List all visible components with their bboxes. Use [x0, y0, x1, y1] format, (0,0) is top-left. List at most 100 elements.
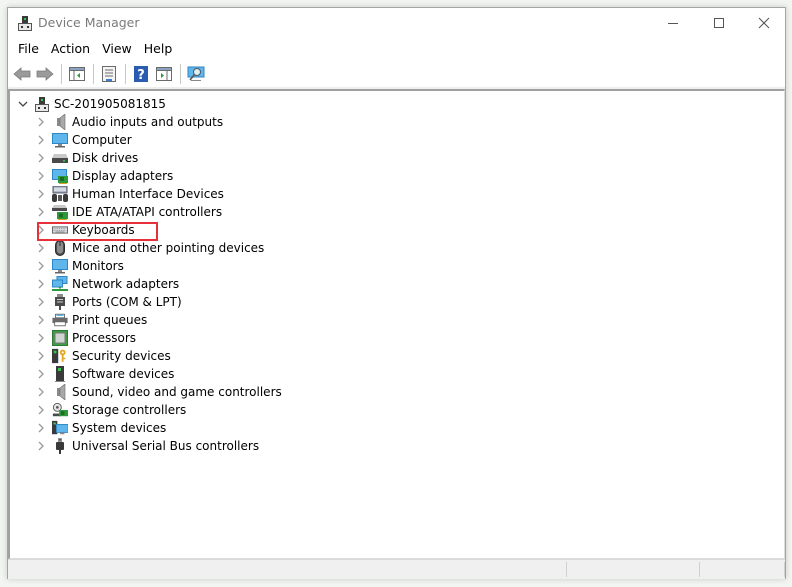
- computer-tower-icon: [34, 96, 50, 112]
- tree-item-computer[interactable]: Computer: [34, 131, 132, 149]
- tree-item-label: Mice and other pointing devices: [72, 241, 265, 255]
- tree-item-ports-com-lpt[interactable]: Ports (COM & LPT): [34, 293, 182, 311]
- printer-icon: [52, 312, 68, 328]
- back-button[interactable]: [11, 63, 33, 85]
- maximize-icon: [713, 18, 724, 28]
- computer-name: SC-201905081815: [54, 97, 166, 111]
- minimize-button[interactable]: [650, 8, 695, 38]
- chevron-right-icon[interactable]: [34, 185, 48, 203]
- tree-item-sound-video-and-game-controllers[interactable]: Sound, video and game controllers: [34, 383, 282, 401]
- storage-controller-icon: [52, 402, 68, 418]
- device-manager-window: Device Manager File Action View Help ? S…: [7, 7, 786, 579]
- network-adapter-icon: [52, 276, 68, 292]
- tree-item-label: IDE ATA/ATAPI controllers: [72, 205, 223, 219]
- help-button[interactable]: ?: [130, 63, 152, 85]
- maximize-button[interactable]: [696, 8, 741, 38]
- scan-hardware-changes-button[interactable]: [185, 63, 207, 85]
- chevron-right-icon[interactable]: [34, 419, 48, 437]
- tree-item-disk-drives[interactable]: Disk drives: [34, 149, 138, 167]
- menu-help[interactable]: Help: [138, 39, 179, 59]
- tree-item-network-adapters[interactable]: Network adapters: [34, 275, 179, 293]
- tree-item-label: Software devices: [72, 367, 175, 381]
- chevron-right-icon[interactable]: [34, 293, 48, 311]
- close-button[interactable]: [741, 8, 786, 38]
- tree-item-label: Storage controllers: [72, 403, 187, 417]
- chevron-right-icon[interactable]: [34, 221, 48, 239]
- tree-item-mice-and-other-pointing-devices[interactable]: Mice and other pointing devices: [34, 239, 264, 257]
- tree-item-label: Display adapters: [72, 169, 174, 183]
- status-bar: [8, 559, 785, 579]
- monitor-icon: [52, 132, 68, 148]
- toolbar: ?: [8, 61, 785, 87]
- tree-item-label: Universal Serial Bus controllers: [72, 439, 260, 453]
- tree-item-ide-ata-atapi-controllers[interactable]: IDE ATA/ATAPI controllers: [34, 203, 222, 221]
- chevron-right-icon[interactable]: [34, 257, 48, 275]
- toolbar-separator: [125, 64, 126, 84]
- chevron-right-icon[interactable]: [34, 329, 48, 347]
- show-action-pane-button[interactable]: [153, 63, 175, 85]
- chevron-right-icon[interactable]: [34, 149, 48, 167]
- usb-icon: [52, 438, 68, 454]
- chevron-right-icon[interactable]: [34, 311, 48, 329]
- tree-item-label: Audio inputs and outputs: [72, 115, 224, 129]
- tree-item-security-devices[interactable]: Security devices: [34, 347, 171, 365]
- speaker-icon: [52, 384, 68, 400]
- chevron-right-icon[interactable]: [34, 401, 48, 419]
- tree-item-print-queues[interactable]: Print queues: [34, 311, 147, 329]
- chevron-right-icon[interactable]: [34, 347, 48, 365]
- title-bar[interactable]: Device Manager: [8, 8, 785, 38]
- tree-item-storage-controllers[interactable]: Storage controllers: [34, 401, 186, 419]
- minimize-icon: [667, 23, 678, 24]
- toolbar-separator: [93, 64, 94, 84]
- tree-item-label: Ports (COM & LPT): [72, 295, 182, 309]
- chevron-right-icon[interactable]: [34, 167, 48, 185]
- menu-file[interactable]: File: [12, 39, 45, 59]
- device-manager-app-icon: [18, 16, 32, 31]
- menu-action[interactable]: Action: [45, 39, 96, 59]
- chevron-right-icon[interactable]: [34, 275, 48, 293]
- properties-icon: [102, 66, 116, 82]
- tree-item-label: Print queues: [72, 313, 148, 327]
- tree-item-label: Monitors: [72, 259, 124, 273]
- keyboard-icon: [52, 222, 68, 238]
- tree-item-monitors[interactable]: Monitors: [34, 257, 124, 275]
- tree-item-system-devices[interactable]: System devices: [34, 419, 166, 437]
- help-icon: ?: [134, 66, 148, 82]
- tree-item-label: Human Interface Devices: [72, 187, 224, 201]
- tree-item-label: Processors: [72, 331, 137, 345]
- tree-item-label: Sound, video and game controllers: [72, 385, 282, 399]
- processor-icon: [52, 330, 68, 346]
- mouse-icon: [52, 240, 68, 256]
- forward-arrow-icon: [36, 67, 54, 81]
- chevron-right-icon[interactable]: [34, 365, 48, 383]
- tree-item-universal-serial-bus-controllers[interactable]: Universal Serial Bus controllers: [34, 437, 259, 455]
- disk-drive-icon: [52, 150, 68, 166]
- tree-item-software-devices[interactable]: Software devices: [34, 365, 174, 383]
- tree-item-audio-inputs-and-outputs[interactable]: Audio inputs and outputs: [34, 113, 223, 131]
- tree-item-label: Keyboards: [72, 223, 135, 237]
- chevron-down-icon[interactable]: [16, 95, 30, 113]
- tree-item-keyboards[interactable]: Keyboards: [34, 221, 135, 239]
- tree-item-display-adapters[interactable]: Display adapters: [34, 167, 173, 185]
- software-device-icon: [52, 366, 68, 382]
- speaker-icon: [52, 114, 68, 130]
- chevron-right-icon[interactable]: [34, 437, 48, 455]
- forward-button[interactable]: [34, 63, 56, 85]
- toolbar-separator: [61, 64, 62, 84]
- chevron-right-icon[interactable]: [34, 383, 48, 401]
- device-tree[interactable]: SC-201905081815 Audio inputs and outputs…: [8, 89, 785, 559]
- chevron-right-icon[interactable]: [34, 131, 48, 149]
- chevron-right-icon[interactable]: [34, 113, 48, 131]
- tree-item-processors[interactable]: Processors: [34, 329, 136, 347]
- tree-item-human-interface-devices[interactable]: Human Interface Devices: [34, 185, 224, 203]
- status-bar-divider: [699, 562, 700, 577]
- window-title: Device Manager: [38, 15, 140, 30]
- chevron-right-icon[interactable]: [34, 203, 48, 221]
- chevron-right-icon[interactable]: [34, 239, 48, 257]
- tree-root[interactable]: SC-201905081815: [16, 95, 166, 113]
- back-arrow-icon: [13, 67, 31, 81]
- status-bar-divider: [784, 562, 785, 577]
- show-hide-console-tree-button[interactable]: [66, 63, 88, 85]
- menu-view[interactable]: View: [96, 39, 138, 59]
- properties-button[interactable]: [98, 63, 120, 85]
